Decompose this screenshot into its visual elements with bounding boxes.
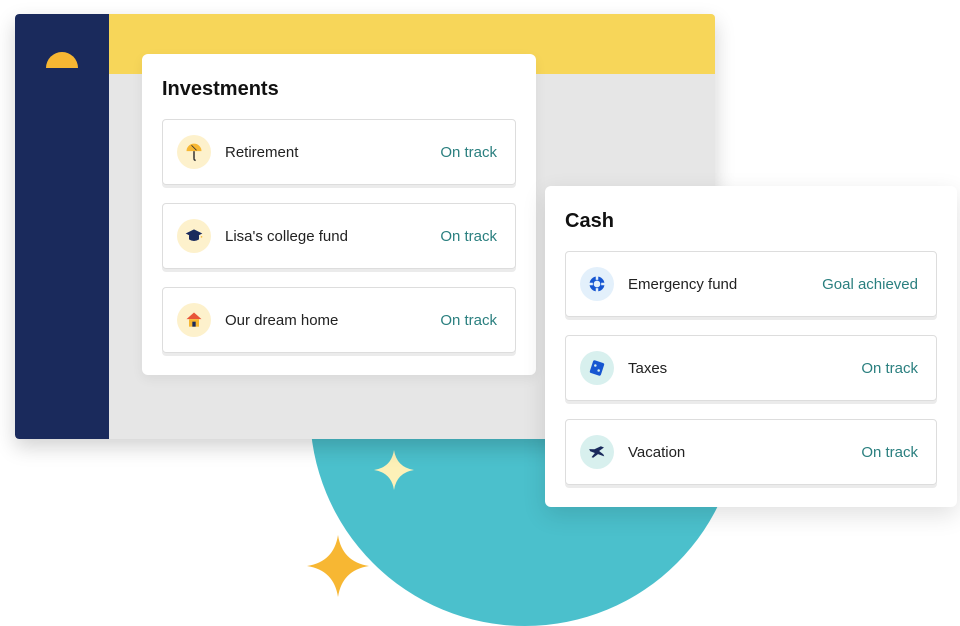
goal-item-emergency[interactable]: Emergency fund Goal achieved bbox=[565, 251, 937, 317]
sparkle-icon bbox=[374, 450, 414, 490]
cash-card: Cash Emergency fund Goal achieved Taxes … bbox=[545, 186, 957, 507]
goal-item-taxes[interactable]: Taxes On track bbox=[565, 335, 937, 401]
goal-status: On track bbox=[861, 444, 918, 461]
goal-item-retirement[interactable]: Retirement On track bbox=[162, 119, 516, 185]
investments-title: Investments bbox=[162, 78, 516, 101]
investments-card: Investments Retirement On track Lisa's c… bbox=[142, 54, 536, 375]
goal-name: Emergency fund bbox=[628, 276, 822, 293]
cash-title: Cash bbox=[565, 210, 937, 233]
life-ring-icon bbox=[580, 267, 614, 301]
goal-status: On track bbox=[440, 228, 497, 245]
goal-name: Lisa's college fund bbox=[225, 228, 440, 245]
goal-status: On track bbox=[440, 144, 497, 161]
goal-name: Retirement bbox=[225, 144, 440, 161]
goal-name: Taxes bbox=[628, 360, 861, 377]
goal-item-vacation[interactable]: Vacation On track bbox=[565, 419, 937, 485]
receipt-icon bbox=[580, 351, 614, 385]
sidebar bbox=[15, 14, 109, 439]
goal-status: On track bbox=[861, 360, 918, 377]
house-icon bbox=[177, 303, 211, 337]
goal-status: On track bbox=[440, 312, 497, 329]
sparkle-icon bbox=[307, 535, 369, 597]
graduation-cap-icon bbox=[177, 219, 211, 253]
goal-item-home[interactable]: Our dream home On track bbox=[162, 287, 516, 353]
goal-name: Vacation bbox=[628, 444, 861, 461]
airplane-icon bbox=[580, 435, 614, 469]
app-logo bbox=[42, 40, 82, 80]
umbrella-icon bbox=[177, 135, 211, 169]
goal-status: Goal achieved bbox=[822, 276, 918, 293]
goal-item-college[interactable]: Lisa's college fund On track bbox=[162, 203, 516, 269]
goal-name: Our dream home bbox=[225, 312, 440, 329]
